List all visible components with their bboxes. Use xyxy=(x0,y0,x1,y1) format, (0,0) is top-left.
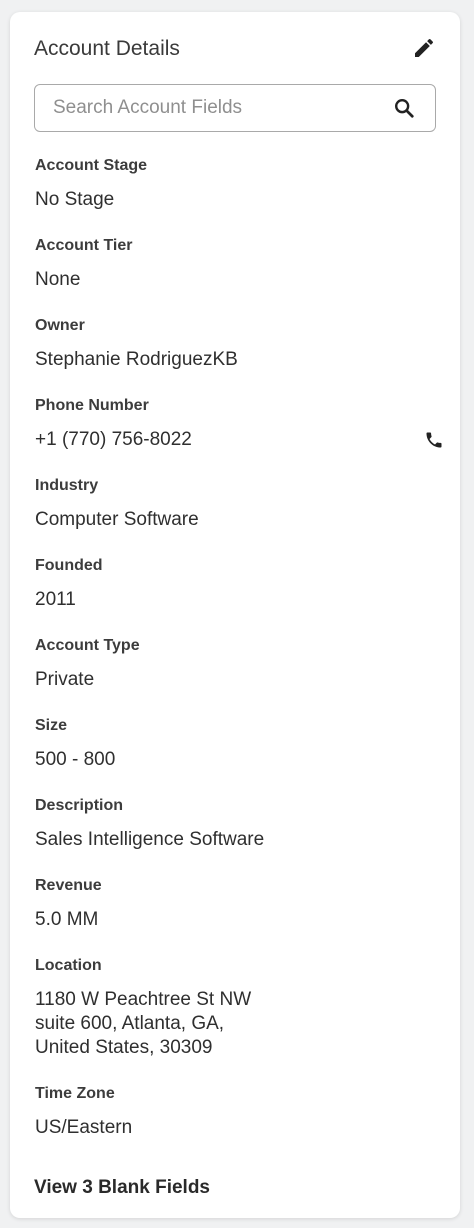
card-header: Account Details xyxy=(34,36,436,64)
field-account-tier: Account Tier None xyxy=(35,236,445,316)
search-box xyxy=(34,84,436,132)
field-label: Description xyxy=(35,797,124,814)
field-label: Location xyxy=(35,957,102,974)
search-icon xyxy=(395,99,414,118)
field-label: Phone Number xyxy=(35,397,149,414)
field-revenue: Revenue 5.0 MM xyxy=(35,876,445,956)
account-details-card: Account Details Account Stage No Stage A… xyxy=(10,12,460,1218)
field-time-zone: Time Zone US/Eastern xyxy=(35,1084,445,1164)
field-value: Sales Intelligence Software xyxy=(35,829,265,850)
search-input[interactable] xyxy=(53,85,383,130)
field-description: Description Sales Intelligence Software xyxy=(35,796,445,876)
field-value: No Stage xyxy=(35,189,115,210)
search-button[interactable] xyxy=(393,97,415,119)
field-value: 1180 W Peachtree St NW suite 600, Atlant… xyxy=(35,989,252,1058)
field-value: Computer Software xyxy=(35,509,199,530)
field-list: Account Stage No Stage Account Tier None… xyxy=(35,156,445,1164)
field-account-type: Account Type Private xyxy=(35,636,445,716)
field-label: Account Type xyxy=(35,637,140,654)
pencil-icon xyxy=(415,38,434,57)
field-value: None xyxy=(35,269,81,290)
field-industry: Industry Computer Software xyxy=(35,476,445,556)
field-value: 500 - 800 xyxy=(35,749,116,770)
field-value: 2011 xyxy=(35,589,76,610)
field-value: 5.0 MM xyxy=(35,909,99,930)
edit-button[interactable] xyxy=(412,36,436,60)
phone-icon xyxy=(426,432,442,448)
field-label: Account Tier xyxy=(35,237,133,254)
field-value: Stephanie RodriguezKB xyxy=(35,349,238,370)
card-title: Account Details xyxy=(34,37,180,60)
field-label: Size xyxy=(35,717,68,734)
field-label: Industry xyxy=(35,477,99,494)
call-button[interactable] xyxy=(424,430,444,450)
field-value: US/Eastern xyxy=(35,1117,133,1138)
field-account-stage: Account Stage No Stage xyxy=(35,156,445,236)
field-label: Time Zone xyxy=(35,1085,115,1102)
field-size: Size 500 - 800 xyxy=(35,716,445,796)
field-label: Account Stage xyxy=(35,157,148,174)
field-value: Private xyxy=(35,669,95,690)
field-label: Owner xyxy=(35,317,85,334)
field-phone-number: Phone Number +1 (770) 756-8022 xyxy=(35,396,445,476)
field-label: Founded xyxy=(35,557,103,574)
field-owner: Owner Stephanie RodriguezKB xyxy=(35,316,445,396)
field-location: Location 1180 W Peachtree St NW suite 60… xyxy=(35,956,445,1084)
field-value: +1 (770) 756-8022 xyxy=(35,429,192,450)
view-blank-fields-link[interactable]: View 3 Blank Fields xyxy=(34,1176,210,1200)
field-label: Revenue xyxy=(35,877,102,894)
field-founded: Founded 2011 xyxy=(35,556,445,636)
